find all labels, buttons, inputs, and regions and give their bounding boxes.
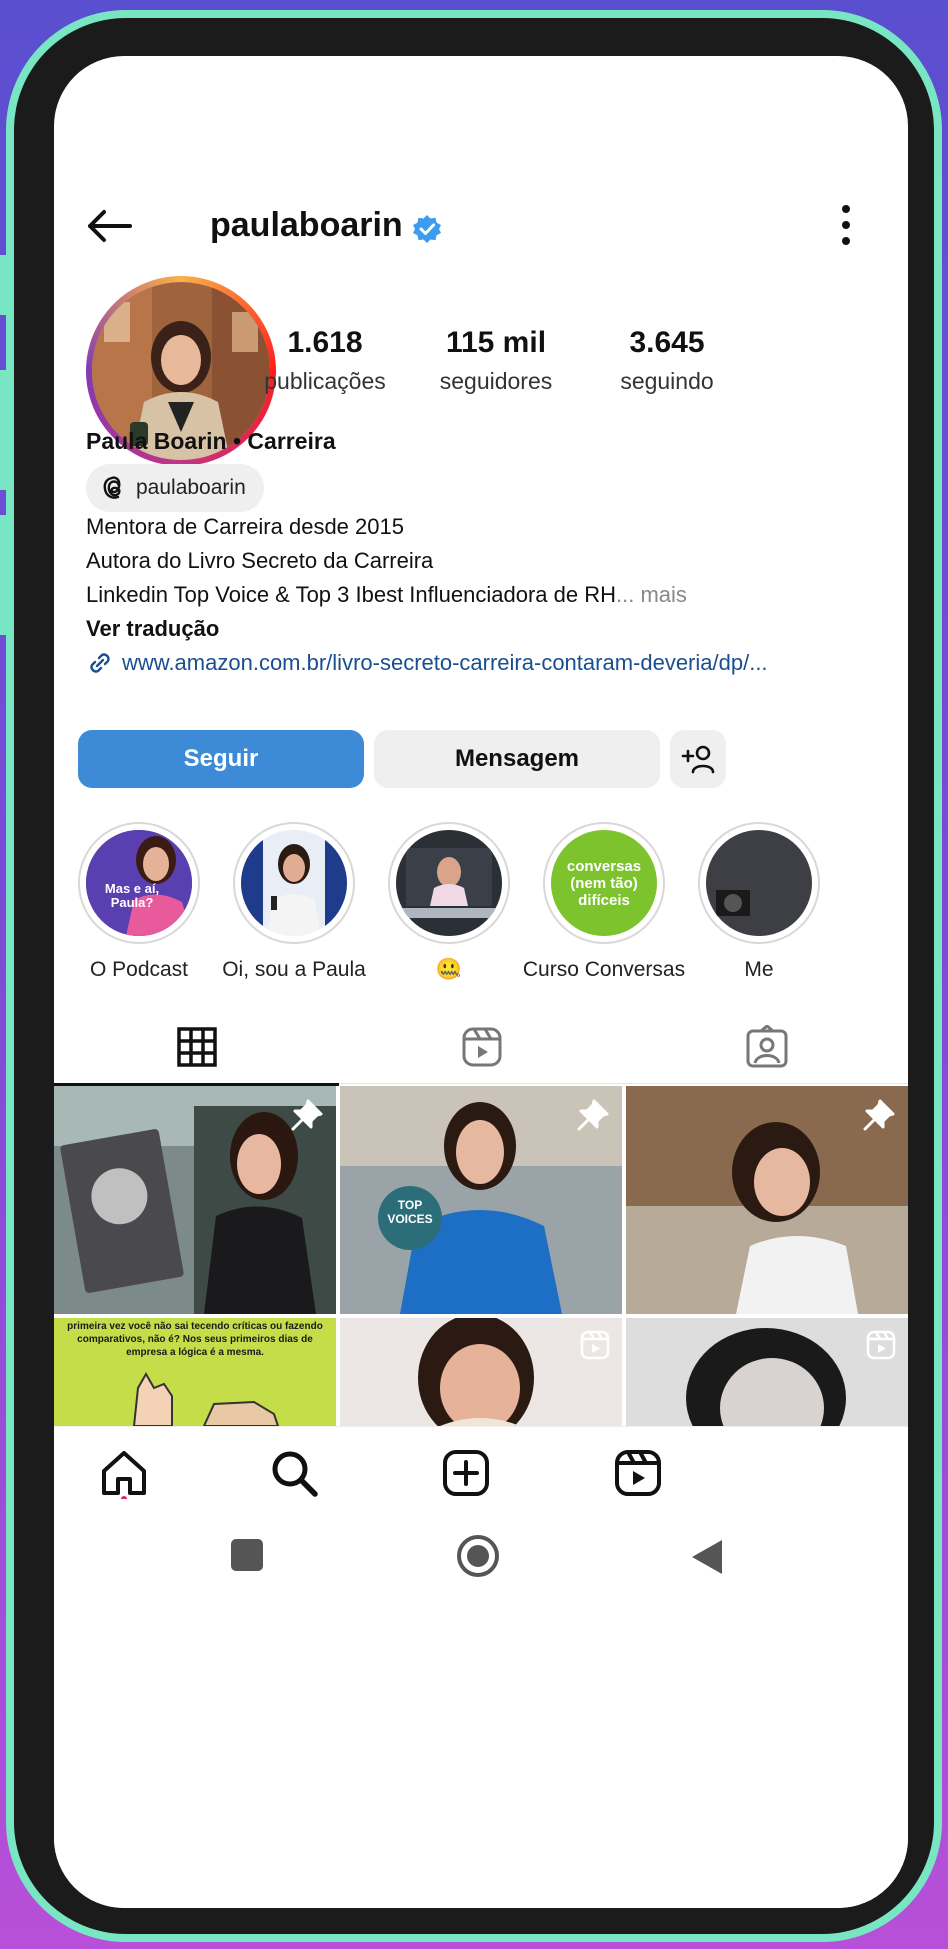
grid-post[interactable]: primeira vez você não sai tecendo crític… [54,1318,336,1426]
grid-post[interactable]: TOP VOICES [340,1086,622,1314]
follow-button[interactable]: Seguir [78,730,364,788]
bottom-navigation [54,1426,908,1513]
profile-link-text: www.amazon.com.br/livro-secreto-carreira… [122,650,768,675]
highlight-ring [388,822,510,944]
tab-tagged[interactable] [624,1011,908,1083]
android-recents-icon[interactable] [230,1538,264,1572]
phone-screen: paulaboarin 1.618 publicações 115 mil se… [54,56,908,1908]
grid-post[interactable] [626,1086,908,1314]
tab-posts[interactable] [54,1011,339,1086]
highlight-podcast[interactable]: Mas e aí, Paula? O Podcast [54,822,224,982]
add-user-icon [681,745,715,774]
android-home-icon[interactable] [456,1534,500,1578]
grid-icon [176,1027,217,1067]
highlight-cover [706,830,812,936]
pin-icon [577,1099,609,1131]
pin-icon [863,1099,895,1131]
stat-following[interactable]: 3.645 seguindo [582,326,752,395]
highlight-ring [698,822,820,944]
threads-icon [103,476,121,499]
reels-icon [866,1330,896,1360]
highlight-cover: conversas (nem tão) difíceis [551,830,657,936]
android-navigation-bar [54,1512,908,1908]
reels-icon [462,1027,501,1067]
profile-link[interactable]: www.amazon.com.br/livro-secreto-carreira… [86,646,888,680]
link-icon [90,653,110,673]
stat-label: seguidores [439,368,553,394]
bio-line: Mentora de Carreira desde 2015 [86,514,404,539]
stat-followers[interactable]: 115 mil seguidores [411,326,581,395]
highlight-label: Oi, sou a Paula [222,958,366,981]
home-icon[interactable] [98,1447,150,1499]
create-icon[interactable] [440,1447,492,1499]
highlight-cover-text: conversas (nem tão) difíceis [566,858,642,909]
verified-badge-icon [413,215,441,243]
highlight-course[interactable]: conversas (nem tão) difíceis Curso Conve… [519,822,689,982]
highlight-ring [233,822,355,944]
profile-username: paulaboarin [210,206,403,244]
search-icon[interactable] [268,1447,320,1499]
grid-post[interactable] [54,1086,336,1314]
highlight-ring: Mas e aí, Paula? [78,822,200,944]
back-arrow-icon[interactable] [84,206,134,246]
highlight-emoji[interactable]: 🤐 [364,822,534,982]
profile-content-tabs [54,1011,908,1086]
grid-post[interactable] [340,1318,622,1426]
highlight-cover [241,830,347,936]
highlight-cover: Mas e aí, Paula? [86,830,192,936]
threads-handle: paulaboarin [136,476,246,499]
tab-reels[interactable] [339,1011,624,1083]
highlight-label: 🤐 [435,958,463,981]
reels-nav-icon[interactable] [612,1447,664,1499]
grid-post[interactable] [626,1318,908,1426]
profile-header: paulaboarin [54,196,908,256]
threads-badge[interactable]: paulaboarin [86,464,264,512]
pin-icon [291,1099,323,1131]
bio-more-link[interactable]: ... mais [616,582,687,607]
stat-label: publicações [264,368,386,394]
bio-line: Autora do Livro Secreto da Carreira [86,548,434,573]
see-translation-link[interactable]: Ver tradução [86,612,888,646]
bio-line-with-more: Linkedin Top Voice & Top 3 Ibest Influen… [86,578,888,612]
stat-label: seguindo [620,368,714,394]
bio-line: Linkedin Top Voice & Top 3 Ibest Influen… [86,582,616,607]
tagged-icon [746,1025,787,1068]
highlight-label: O Podcast [89,958,189,981]
stat-value: 115 mil [445,326,547,359]
highlight-partial[interactable]: Me [674,822,844,982]
stat-value: 1.618 [287,326,363,359]
suggest-users-button[interactable] [670,730,726,788]
highlight-label: Curso Conversas [522,958,686,981]
highlight-cover [396,830,502,936]
stat-posts[interactable]: 1.618 publicações [240,326,410,395]
highlight-ring: conversas (nem tão) difíceis [543,822,665,944]
reels-icon [580,1330,610,1360]
highlight-cover-text: Mas e aí, Paula? [104,881,160,910]
highlight-label: Me [744,958,774,981]
top-voices-badge: TOP VOICES [387,1198,433,1226]
more-vertical-icon[interactable] [840,200,852,250]
profile-bio: Mentora de Carreira desde 2015 Autora do… [86,510,888,680]
profile-display-name: Paula Boarin • Carreira [86,428,336,454]
posts-grid: TOP VOICES primeira vez você não sai tec… [54,1086,908,1426]
android-back-icon[interactable] [690,1538,724,1576]
message-button[interactable]: Mensagem [374,730,660,788]
stat-value: 3.645 [629,326,705,359]
highlight-intro[interactable]: Oi, sou a Paula [209,822,379,982]
